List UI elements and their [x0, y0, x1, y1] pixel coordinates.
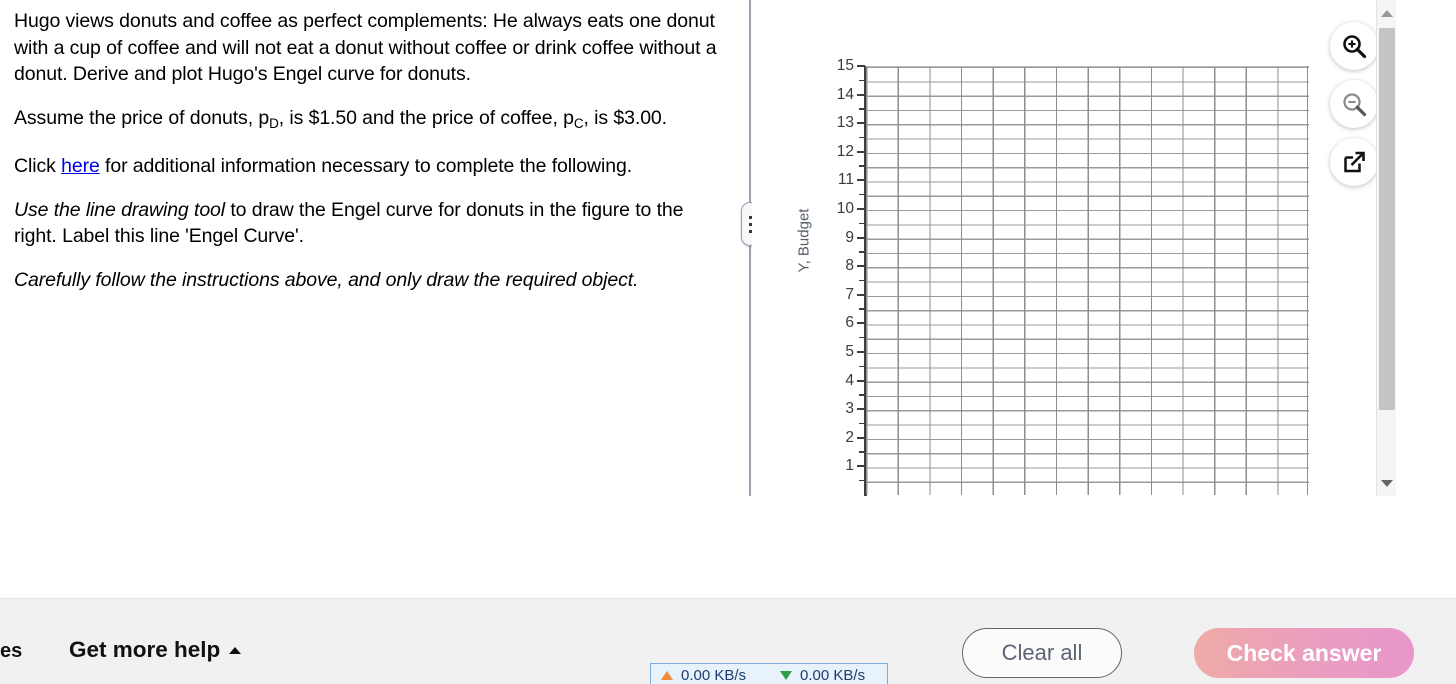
y-axis-minor-tick [859, 165, 865, 167]
chevron-up-icon [229, 646, 242, 654]
question-paragraph-3: Click here for additional information ne… [14, 153, 721, 180]
y-axis-minor-tick [859, 451, 865, 453]
y-axis-major-tick [857, 236, 865, 239]
download-speed: 0.00 KB/s [800, 666, 866, 684]
graph-pane[interactable]: Y, Budget 15 14 13 12 11 10 9 8 7 6 5 4 3 2 1 [752, 0, 1396, 598]
y-axis-tick-label: 10 [836, 200, 854, 217]
y-axis-minor-tick [859, 251, 865, 253]
plot-area[interactable] [857, 0, 1324, 500]
y-axis-minor-tick [859, 336, 865, 339]
question-paragraph-2: Assume the price of donuts, pD, is $1.50… [14, 105, 721, 132]
caret-down-icon [1381, 479, 1393, 487]
y-axis-tick-label: 4 [845, 371, 854, 389]
y-axis-tick-label: 1 [845, 457, 854, 475]
y-axis-tick-label: 8 [845, 257, 854, 275]
y-axis-major-tick [857, 179, 865, 182]
y-axis-major-tick [857, 265, 865, 268]
y-axis-tick-label: 12 [836, 142, 854, 160]
plot-grid[interactable] [866, 66, 1309, 495]
upload-speed: 0.00 KB/s [681, 666, 747, 684]
graph-tool-buttons [1324, 22, 1384, 186]
y-axis-minor-tick [859, 394, 865, 396]
y-axis-tick-label: 9 [845, 228, 854, 246]
price-text-part-1: Assume the price of donuts, p [14, 106, 270, 129]
external-link-icon [1340, 148, 1368, 176]
price-coffee-subscript: C [573, 115, 584, 131]
clipped-footer-text: es [0, 640, 23, 662]
y-axis-major-tick [857, 436, 865, 439]
y-axis-major-tick [857, 293, 865, 296]
y-axis-tick-label: 7 [845, 285, 854, 303]
question-paragraph-1: Hugo views donuts and coffee as perfect … [14, 10, 717, 85]
y-axis-major-tick [857, 465, 865, 468]
y-axis-label: Y, Budget [795, 208, 813, 273]
y-axis-minor-tick [859, 422, 865, 425]
zoom-out-button[interactable] [1330, 80, 1378, 128]
open-in-new-window-button[interactable] [1330, 138, 1378, 186]
y-axis-tick-label: 3 [845, 400, 854, 418]
get-more-help-label: Get more help [69, 637, 221, 662]
price-donuts-subscript: D [269, 115, 279, 131]
y-axis-major-tick [857, 208, 865, 210]
question-pane: Hugo views donuts and coffee as perfect … [0, 0, 735, 598]
y-axis-major-tick [857, 379, 865, 382]
y-axis-major-tick [857, 408, 865, 411]
y-axis-minor-tick [859, 479, 865, 482]
clear-all-button[interactable]: Clear all [962, 628, 1122, 678]
y-axis-minor-tick [859, 108, 865, 110]
y-axis-tick-label: 6 [845, 314, 854, 332]
check-answer-button[interactable]: Check answer [1194, 628, 1414, 678]
y-axis-major-tick [857, 65, 865, 67]
y-axis-major-tick [857, 322, 865, 325]
y-axis-minor-tick [859, 365, 865, 368]
y-axis-tick-label: 13 [836, 114, 854, 132]
line-drawing-tool-emphasis: Use the line drawing tool [14, 198, 226, 221]
zoom-in-button[interactable] [1330, 22, 1378, 70]
y-axis-tick-label: 2 [845, 428, 854, 446]
question-paragraph-5: Carefully follow the instructions above,… [14, 268, 639, 291]
price-text-part-3: , is $3.00. [583, 106, 668, 129]
y-axis-minor-tick [859, 79, 865, 82]
download-arrow-icon [780, 670, 793, 680]
pane-divider [749, 0, 751, 496]
y-axis-major-tick [857, 351, 865, 353]
upload-arrow-icon [661, 670, 673, 680]
scroll-up-arrow[interactable] [1377, 2, 1397, 24]
y-axis-tick-label: 14 [836, 85, 854, 103]
additional-info-link[interactable]: here [61, 155, 100, 177]
work-area: Hugo views donuts and coffee as perfect … [0, 0, 1396, 598]
y-axis-minor-tick [859, 222, 865, 225]
get-more-help-button[interactable]: Get more help [69, 637, 242, 663]
y-axis-tick-label: 5 [845, 343, 854, 360]
y-axis-tick-label: 15 [836, 57, 854, 74]
scroll-down-arrow[interactable] [1377, 472, 1397, 494]
y-axis-major-tick [857, 150, 865, 153]
zoom-out-icon [1340, 90, 1368, 118]
y-axis-minor-tick [859, 136, 865, 139]
y-axis-minor-tick [859, 279, 865, 282]
y-axis-minor-tick [859, 308, 865, 310]
y-axis-major-tick [857, 93, 865, 96]
y-axis-minor-tick [859, 193, 865, 196]
zoom-in-icon [1340, 32, 1368, 60]
y-axis-tick-label: 11 [837, 171, 854, 189]
plot-grid-right-edge [1307, 66, 1309, 495]
price-text-part-2: , is $1.50 and the price of coffee, p [278, 106, 574, 129]
caret-up-icon [1381, 9, 1393, 17]
network-speed-monitor: 0.00 KB/s 0.00 KB/s [650, 663, 888, 684]
question-paragraph-4: Use the line drawing tool to draw the En… [14, 197, 721, 250]
click-text: Click [14, 155, 62, 177]
additional-info-text: for additional information necessary to … [99, 155, 633, 177]
vertical-scrollbar[interactable] [1376, 0, 1396, 496]
y-axis-major-tick [857, 122, 865, 125]
scrollbar-thumb[interactable] [1379, 28, 1395, 410]
question-screen: Hugo views donuts and coffee as perfect … [0, 0, 1456, 684]
y-axis-tick-labels: 15 14 13 12 11 10 9 8 7 6 5 4 3 2 1 [814, 0, 860, 500]
